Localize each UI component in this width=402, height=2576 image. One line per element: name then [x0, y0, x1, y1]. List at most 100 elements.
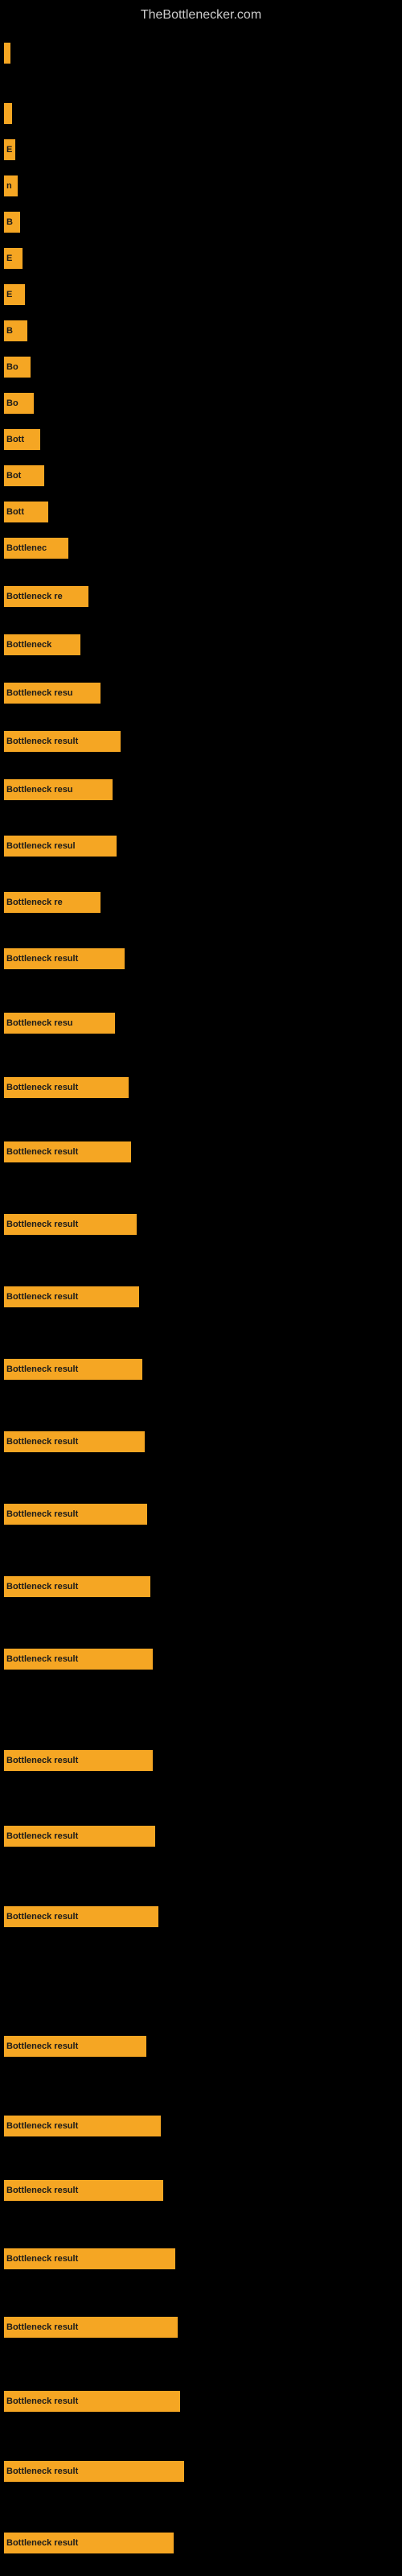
bar-row-16: Bottleneck: [0, 634, 80, 655]
bar-28: Bottleneck result: [4, 1359, 142, 1380]
bar-43: Bottleneck result: [4, 2533, 174, 2553]
bar-label-31: Bottleneck result: [6, 1582, 78, 1591]
bar-17: Bottleneck resu: [4, 683, 100, 704]
bar-row-23: Bottleneck resu: [0, 1013, 115, 1034]
bar-row-19: Bottleneck resu: [0, 779, 113, 800]
bar-20: Bottleneck resul: [4, 836, 117, 857]
bar-4: n: [4, 175, 18, 196]
bar-label-20: Bottleneck resul: [6, 841, 76, 851]
bar-1: [4, 43, 10, 64]
bar-22: Bottleneck result: [4, 948, 125, 969]
bar-row-10: Bo: [0, 393, 34, 414]
bar-12: Bot: [4, 465, 44, 486]
bar-label-19: Bottleneck resu: [6, 785, 73, 795]
bar-row-8: B: [0, 320, 27, 341]
bar-row-21: Bottleneck re: [0, 892, 100, 913]
bar-row-43: Bottleneck result: [0, 2533, 174, 2553]
bar-label-9: Bo: [6, 362, 18, 372]
bar-label-33: Bottleneck result: [6, 1756, 78, 1765]
bar-label-26: Bottleneck result: [6, 1220, 78, 1229]
bar-27: Bottleneck result: [4, 1286, 139, 1307]
bar-row-33: Bottleneck result: [0, 1750, 153, 1771]
bar-38: Bottleneck result: [4, 2180, 163, 2201]
bar-row-38: Bottleneck result: [0, 2180, 163, 2201]
bar-label-42: Bottleneck result: [6, 2467, 78, 2476]
bar-label-12: Bot: [6, 471, 21, 481]
bar-39: Bottleneck result: [4, 2248, 175, 2269]
bar-row-29: Bottleneck result: [0, 1431, 145, 1452]
bar-label-32: Bottleneck result: [6, 1654, 78, 1664]
bar-36: Bottleneck result: [4, 2036, 146, 2057]
bar-row-7: E: [0, 284, 25, 305]
bar-row-11: Bott: [0, 429, 40, 450]
bar-label-13: Bott: [6, 507, 24, 517]
bar-label-21: Bottleneck re: [6, 898, 63, 907]
site-title: TheBottlenecker.com: [0, 0, 402, 35]
bar-label-23: Bottleneck resu: [6, 1018, 73, 1028]
bar-row-40: Bottleneck result: [0, 2317, 178, 2338]
bar-30: Bottleneck result: [4, 1504, 147, 1525]
bar-label-11: Bott: [6, 435, 24, 444]
bar-label-6: E: [6, 254, 12, 263]
bar-label-22: Bottleneck result: [6, 954, 78, 964]
bar-row-3: E: [0, 139, 15, 160]
bar-row-24: Bottleneck result: [0, 1077, 129, 1098]
bar-label-24: Bottleneck result: [6, 1083, 78, 1092]
bar-32: Bottleneck result: [4, 1649, 153, 1670]
bar-row-36: Bottleneck result: [0, 2036, 146, 2057]
bar-21: Bottleneck re: [4, 892, 100, 913]
bar-row-34: Bottleneck result: [0, 1826, 155, 1847]
bar-row-15: Bottleneck re: [0, 586, 88, 607]
bar-label-43: Bottleneck result: [6, 2538, 78, 2548]
bars-wrapper: En B E E B Bo Bo Bott Bot Bott Bottlenec Bottleneck…: [0, 35, 402, 2570]
bar-29: Bottleneck result: [4, 1431, 145, 1452]
bar-row-37: Bottleneck result: [0, 2116, 161, 2136]
bar-row-25: Bottleneck result: [0, 1141, 131, 1162]
bar-row-26: Bottleneck result: [0, 1214, 137, 1235]
bar-row-35: Bottleneck result: [0, 1906, 158, 1927]
bar-label-16: Bottleneck: [6, 640, 51, 650]
bar-40: Bottleneck result: [4, 2317, 178, 2338]
bar-label-28: Bottleneck result: [6, 1364, 78, 1374]
bar-9: Bo: [4, 357, 31, 378]
bar-row-31: Bottleneck result: [0, 1576, 150, 1597]
bar-label-8: B: [6, 326, 13, 336]
bar-42: Bottleneck result: [4, 2461, 184, 2482]
bar-row-30: Bottleneck result: [0, 1504, 147, 1525]
bar-row-41: Bottleneck result: [0, 2391, 180, 2412]
bar-18: Bottleneck result: [4, 731, 121, 752]
bar-7: E: [4, 284, 25, 305]
bar-label-38: Bottleneck result: [6, 2186, 78, 2195]
bar-row-14: Bottlenec: [0, 538, 68, 559]
bar-row-39: Bottleneck result: [0, 2248, 175, 2269]
bar-row-42: Bottleneck result: [0, 2461, 184, 2482]
bar-label-40: Bottleneck result: [6, 2322, 78, 2332]
bar-13: Bott: [4, 502, 48, 522]
bar-label-35: Bottleneck result: [6, 1912, 78, 1922]
bar-label-10: Bo: [6, 398, 18, 408]
bar-row-6: E: [0, 248, 23, 269]
bar-label-7: E: [6, 290, 12, 299]
bar-label-25: Bottleneck result: [6, 1147, 78, 1157]
bar-label-27: Bottleneck result: [6, 1292, 78, 1302]
bar-row-18: Bottleneck result: [0, 731, 121, 752]
bar-15: Bottleneck re: [4, 586, 88, 607]
bar-row-20: Bottleneck resul: [0, 836, 117, 857]
bar-row-28: Bottleneck result: [0, 1359, 142, 1380]
bar-label-4: n: [6, 181, 12, 191]
bar-2: [4, 103, 12, 124]
bar-label-29: Bottleneck result: [6, 1437, 78, 1447]
bar-label-5: B: [6, 217, 13, 227]
bar-row-17: Bottleneck resu: [0, 683, 100, 704]
bar-row-5: B: [0, 212, 20, 233]
bar-row-13: Bott: [0, 502, 48, 522]
bar-row-1: [0, 43, 10, 64]
bar-row-12: Bot: [0, 465, 44, 486]
bar-14: Bottlenec: [4, 538, 68, 559]
bar-26: Bottleneck result: [4, 1214, 137, 1235]
bar-41: Bottleneck result: [4, 2391, 180, 2412]
bar-8: B: [4, 320, 27, 341]
bar-label-14: Bottlenec: [6, 543, 47, 553]
bar-35: Bottleneck result: [4, 1906, 158, 1927]
bar-5: B: [4, 212, 20, 233]
